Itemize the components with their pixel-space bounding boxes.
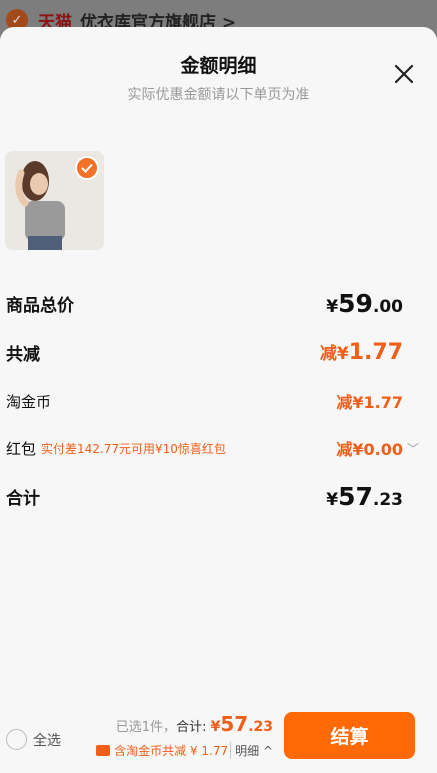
discount-label: 共减 bbox=[6, 344, 40, 365]
footer-total-amount: ¥57.23 bbox=[210, 712, 273, 736]
coin-discount-line[interactable]: 含淘金币共减 ¥ 1.77 明细 ^ bbox=[96, 742, 273, 759]
footer-total-label: 合计: bbox=[176, 720, 207, 735]
total-price-label: 商品总价 bbox=[6, 296, 74, 316]
detail-toggle[interactable]: 明细 ^ bbox=[230, 742, 273, 759]
select-all-label: 全选 bbox=[33, 732, 61, 749]
row-total-discount: 共减 减¥1.77 bbox=[6, 339, 403, 365]
subtotal-value: ¥57.23 bbox=[326, 482, 403, 511]
coins-value: 减¥1.77 bbox=[336, 393, 403, 412]
chevron-down-icon: ﹀ bbox=[406, 441, 419, 456]
selected-count: 已选1件， bbox=[115, 720, 177, 735]
redpacket-hint: 实付差142.77元可用¥10惊喜红包 bbox=[41, 441, 226, 456]
row-coins: 淘金币 减¥1.77 bbox=[6, 389, 403, 413]
footer-summary: 已选1件，合计: ¥57.23 bbox=[116, 712, 273, 736]
row-total-price: 商品总价 ¥59.00 bbox=[6, 289, 403, 318]
product-thumbnail[interactable] bbox=[5, 151, 104, 250]
checkout-footer: 全选 已选1件，合计: ¥57.23 含淘金币共减 ¥ 1.77 明细 ^ 结算 bbox=[0, 710, 437, 773]
close-icon bbox=[394, 64, 414, 84]
redpacket-value: 减¥0.00 bbox=[336, 440, 403, 459]
subtotal-label: 合计 bbox=[6, 489, 40, 509]
row-redpacket[interactable]: 红包 实付差142.77元可用¥10惊喜红包 减¥0.00 ﹀ bbox=[6, 436, 419, 460]
sheet-subtitle: 实际优惠金额请以下单页为准 bbox=[127, 87, 310, 103]
product-selected-check-icon[interactable] bbox=[75, 156, 99, 180]
select-all-radio[interactable] bbox=[6, 729, 27, 750]
coin-icon bbox=[96, 745, 111, 756]
coins-label: 淘金币 bbox=[6, 392, 52, 411]
close-button[interactable] bbox=[389, 59, 419, 89]
redpacket-label: 红包 bbox=[6, 439, 37, 458]
amount-detail-sheet: 金额明细 实际优惠金额请以下单页为准 商品总价 ¥59.00 共减 减¥1.77… bbox=[0, 27, 437, 773]
select-all[interactable]: 全选 bbox=[6, 729, 61, 750]
total-price-value: ¥59.00 bbox=[326, 289, 403, 318]
sheet-title: 金额明细 bbox=[180, 55, 257, 77]
discount-value: 减¥1.77 bbox=[319, 340, 403, 365]
settle-button[interactable]: 结算 bbox=[284, 712, 415, 759]
row-subtotal: 合计 ¥57.23 bbox=[6, 482, 403, 511]
coin-discount-text: 含淘金币共减 ¥ 1.77 bbox=[114, 744, 229, 758]
